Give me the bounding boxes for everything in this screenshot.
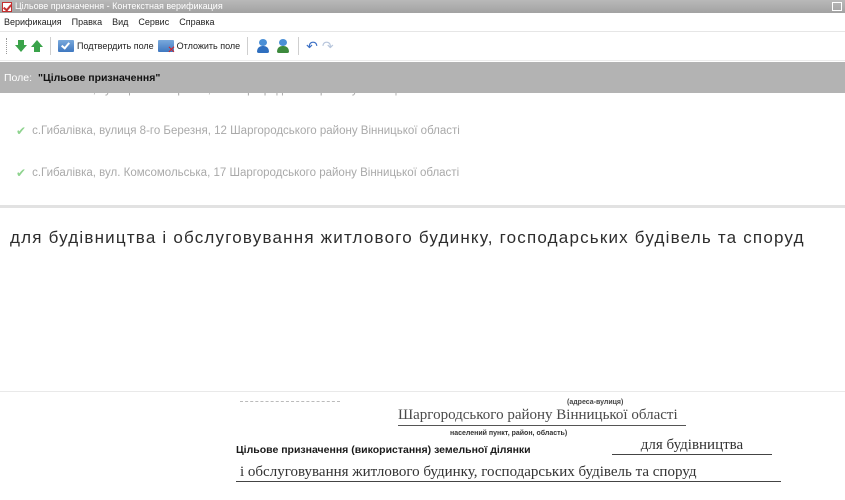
arrow-up-icon: [31, 40, 43, 52]
arrow-down-icon: [15, 40, 27, 52]
toolbar-separator: [298, 37, 300, 55]
field-value-editor[interactable]: для будівництва і обслуговування житлово…: [10, 224, 842, 384]
scan-caption-address: (адреса-вулиця): [567, 399, 624, 406]
scan-caption-settlement: населений пункт, район, область): [450, 430, 568, 437]
toolbar-separator: [50, 37, 51, 55]
scan-line-fragment: [240, 394, 340, 402]
previous-field-button[interactable]: [29, 36, 45, 56]
toolbar-grip[interactable]: [6, 38, 8, 54]
scan-value-line-1: для будівництва: [612, 437, 772, 455]
app-check-icon: [2, 1, 12, 12]
check-icon: ✔: [16, 124, 27, 138]
redo-button[interactable]: ↷: [320, 36, 336, 56]
menu-service[interactable]: Сервис: [138, 17, 169, 27]
next-field-button[interactable]: [13, 36, 29, 56]
window-title: Цільове призначення - Контекстная верифи…: [15, 1, 223, 11]
suggestion-item[interactable]: ✔ с.Гибалівка, вулиця 8-го Березня, 12 Ш…: [16, 121, 460, 141]
toolbar-separator: [247, 37, 249, 55]
suggestion-text: с.Гибалівка, вул. Комсомольська, 17 Шарг…: [32, 167, 460, 179]
suggestion-text: с.Гибалівка, вулиця 8-го Березня, 12 Шар…: [32, 125, 460, 137]
field-key-label: Поле:: [4, 71, 33, 84]
undo-icon: ↶: [306, 38, 318, 54]
menu-bar: Верификация Правка Вид Сервис Справка: [0, 13, 845, 32]
scan-field-label: Цільове призначення (використання) земел…: [236, 444, 531, 456]
user-icon: [255, 38, 271, 54]
field-name: "Цільове призначення": [38, 71, 161, 84]
field-header: Поле: "Цільове призначення": [0, 62, 845, 93]
user-alt-button[interactable]: [273, 36, 293, 56]
confirm-field-button[interactable]: Подтвердить поле: [56, 36, 156, 56]
menu-help[interactable]: Справка: [179, 17, 214, 27]
user-alt-icon: [275, 38, 291, 54]
scanned-image-pane: (адреса-вулиця) Шаргородського району Ві…: [0, 391, 845, 500]
postpone-field-button[interactable]: Отложить поле: [156, 36, 242, 56]
user-button[interactable]: [253, 36, 273, 56]
redo-icon: ↷: [321, 38, 334, 54]
confirm-field-label: Подтвердить поле: [77, 41, 154, 51]
undo-button[interactable]: ↶: [304, 36, 320, 56]
title-bar: Цільове призначення - Контекстная верифи…: [0, 0, 845, 13]
scan-settlement: Шаргородського району Вінницької області: [398, 407, 686, 426]
postpone-field-icon: [157, 40, 176, 56]
maximize-button[interactable]: [832, 2, 842, 11]
postpone-field-label: Отложить поле: [176, 41, 241, 51]
splitter[interactable]: [0, 205, 845, 208]
scan-value-line-2: і обслуговування житлового будинку, госп…: [236, 464, 781, 482]
menu-view[interactable]: Вид: [112, 17, 128, 27]
suggestion-item[interactable]: ✔ с.Гибалівка, вул. Комсомольська, 17 Ша…: [16, 163, 459, 183]
confirm-field-icon: [58, 40, 74, 52]
menu-verification[interactable]: Верификация: [4, 17, 62, 27]
toolbar: Подтвердить поле Отложить поле ↶ ↷: [0, 32, 845, 61]
check-icon: ✔: [16, 166, 27, 180]
menu-edit[interactable]: Правка: [72, 17, 102, 27]
